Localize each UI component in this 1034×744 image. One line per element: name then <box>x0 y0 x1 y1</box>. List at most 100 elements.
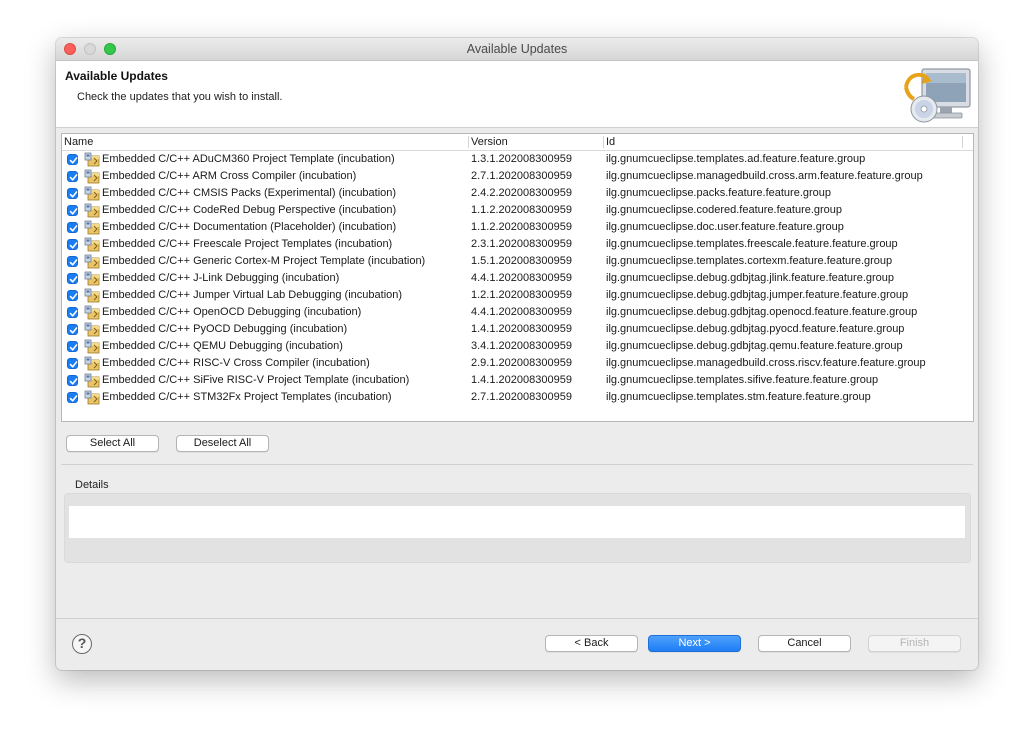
row-checkbox[interactable] <box>67 171 78 182</box>
select-all-button[interactable]: Select All <box>66 435 159 452</box>
cell-version: 1.2.1.202008300959 <box>471 289 572 301</box>
cell-version: 1.4.1.202008300959 <box>471 323 572 335</box>
cell-name: Embedded C/C++ Jumper Virtual Lab Debugg… <box>102 289 403 301</box>
cell-version: 1.1.2.202008300959 <box>471 204 572 216</box>
details-label: Details <box>75 479 109 491</box>
feature-package-icon <box>84 356 100 371</box>
row-checkbox[interactable] <box>67 290 78 301</box>
cell-id: ilg.gnumcueclipse.doc.user.feature.featu… <box>606 221 844 233</box>
row-checkbox[interactable] <box>67 392 78 403</box>
cell-name: Embedded C/C++ QEMU Debugging (incubatio… <box>102 340 343 352</box>
table-row[interactable]: Embedded C/C++ Documentation (Placeholde… <box>62 219 973 236</box>
column-header-version[interactable]: Version <box>471 136 508 148</box>
cell-version: 1.5.1.202008300959 <box>471 255 572 267</box>
cell-version: 4.4.1.202008300959 <box>471 272 572 284</box>
feature-package-icon <box>84 152 100 167</box>
next-button[interactable]: Next > <box>648 635 741 652</box>
cell-name: Embedded C/C++ Generic Cortex-M Project … <box>102 255 426 267</box>
cell-id: ilg.gnumcueclipse.debug.gdbjtag.jlink.fe… <box>606 272 895 284</box>
feature-package-icon <box>84 373 100 388</box>
title-bar[interactable]: Available Updates <box>56 38 978 61</box>
row-checkbox[interactable] <box>67 222 78 233</box>
feature-package-icon <box>84 339 100 354</box>
available-updates-window: Available Updates Available Updates Chec… <box>56 38 978 670</box>
row-checkbox[interactable] <box>67 205 78 216</box>
row-checkbox[interactable] <box>67 307 78 318</box>
back-button[interactable]: < Back <box>545 635 638 652</box>
table-row[interactable]: Embedded C/C++ Generic Cortex-M Project … <box>62 253 973 270</box>
column-header-id[interactable]: Id <box>606 136 615 148</box>
cell-name: Embedded C/C++ J-Link Debugging (incubat… <box>102 272 340 284</box>
cell-id: ilg.gnumcueclipse.templates.sifive.featu… <box>606 374 879 386</box>
row-checkbox[interactable] <box>67 341 78 352</box>
table-row[interactable]: Embedded C/C++ CMSIS Packs (Experimental… <box>62 185 973 202</box>
cell-version: 2.7.1.202008300959 <box>471 170 572 182</box>
cell-version: 2.3.1.202008300959 <box>471 238 572 250</box>
table-row[interactable]: Embedded C/C++ Freescale Project Templat… <box>62 236 973 253</box>
row-checkbox[interactable] <box>67 273 78 284</box>
row-checkbox[interactable] <box>67 375 78 386</box>
cell-version: 2.9.1.202008300959 <box>471 357 572 369</box>
table-row[interactable]: Embedded C/C++ ARM Cross Compiler (incub… <box>62 168 973 185</box>
feature-package-icon <box>84 305 100 320</box>
table-row[interactable]: Embedded C/C++ SiFive RISC-V Project Tem… <box>62 372 973 389</box>
cell-name: Embedded C/C++ ARM Cross Compiler (incub… <box>102 170 357 182</box>
cell-name: Embedded C/C++ STM32Fx Project Templates… <box>102 391 392 403</box>
row-checkbox[interactable] <box>67 188 78 199</box>
cell-name: Embedded C/C++ RISC-V Cross Compiler (in… <box>102 357 370 369</box>
row-checkbox[interactable] <box>67 324 78 335</box>
feature-package-icon <box>84 186 100 201</box>
cell-name: Embedded C/C++ Freescale Project Templat… <box>102 238 393 250</box>
feature-package-icon <box>84 271 100 286</box>
deselect-all-button[interactable]: Deselect All <box>176 435 269 452</box>
column-separator <box>962 136 963 148</box>
cell-id: ilg.gnumcueclipse.managedbuild.cross.ris… <box>606 357 926 369</box>
cell-name: Embedded C/C++ SiFive RISC-V Project Tem… <box>102 374 410 386</box>
table-row[interactable]: Embedded C/C++ RISC-V Cross Compiler (in… <box>62 355 973 372</box>
row-checkbox[interactable] <box>67 154 78 165</box>
feature-package-icon <box>84 288 100 303</box>
cell-version: 1.3.1.202008300959 <box>471 153 572 165</box>
table-row[interactable]: Embedded C/C++ Jumper Virtual Lab Debugg… <box>62 287 973 304</box>
feature-package-icon <box>84 390 100 405</box>
cell-id: ilg.gnumcueclipse.templates.ad.feature.f… <box>606 153 866 165</box>
cell-name: Embedded C/C++ OpenOCD Debugging (incuba… <box>102 306 362 318</box>
cell-version: 3.4.1.202008300959 <box>471 340 572 352</box>
cell-id: ilg.gnumcueclipse.debug.gdbjtag.openocd.… <box>606 306 918 318</box>
feature-package-icon <box>84 322 100 337</box>
updates-table[interactable]: Name Version Id Embedded C/C++ ADuCM360 … <box>61 133 974 422</box>
row-checkbox[interactable] <box>67 239 78 250</box>
feature-package-icon <box>84 220 100 235</box>
table-row[interactable]: Embedded C/C++ OpenOCD Debugging (incuba… <box>62 304 973 321</box>
table-row[interactable]: Embedded C/C++ CodeRed Debug Perspective… <box>62 202 973 219</box>
cell-id: ilg.gnumcueclipse.debug.gdbjtag.qemu.fea… <box>606 340 903 352</box>
cell-version: 1.4.1.202008300959 <box>471 374 572 386</box>
feature-package-icon <box>84 237 100 252</box>
table-row[interactable]: Embedded C/C++ PyOCD Debugging (incubati… <box>62 321 973 338</box>
cell-id: ilg.gnumcueclipse.templates.cortexm.feat… <box>606 255 893 267</box>
table-row[interactable]: Embedded C/C++ J-Link Debugging (incubat… <box>62 270 973 287</box>
page-subtitle: Check the updates that you wish to insta… <box>77 91 283 103</box>
window-title: Available Updates <box>466 42 568 56</box>
details-group <box>64 493 971 563</box>
table-row[interactable]: Embedded C/C++ ADuCM360 Project Template… <box>62 151 973 168</box>
cell-name: Embedded C/C++ CodeRed Debug Perspective… <box>102 204 397 216</box>
column-header-name[interactable]: Name <box>64 136 93 148</box>
feature-package-icon <box>84 254 100 269</box>
cell-name: Embedded C/C++ CMSIS Packs (Experimental… <box>102 187 397 199</box>
cell-id: ilg.gnumcueclipse.templates.freescale.fe… <box>606 238 898 250</box>
column-separator <box>468 136 469 148</box>
cancel-button[interactable]: Cancel <box>758 635 851 652</box>
table-header: Name Version Id <box>62 134 973 151</box>
cell-version: 2.7.1.202008300959 <box>471 391 572 403</box>
details-text-area[interactable] <box>69 506 965 538</box>
cell-name: Embedded C/C++ ADuCM360 Project Template… <box>102 153 395 165</box>
help-icon[interactable]: ? <box>72 634 92 654</box>
row-checkbox[interactable] <box>67 256 78 267</box>
section-divider <box>61 464 973 465</box>
table-row[interactable]: Embedded C/C++ STM32Fx Project Templates… <box>62 389 973 406</box>
row-checkbox[interactable] <box>67 358 78 369</box>
table-row[interactable]: Embedded C/C++ QEMU Debugging (incubatio… <box>62 338 973 355</box>
cell-id: ilg.gnumcueclipse.packs.feature.feature.… <box>606 187 832 199</box>
cell-id: ilg.gnumcueclipse.managedbuild.cross.arm… <box>606 170 923 182</box>
